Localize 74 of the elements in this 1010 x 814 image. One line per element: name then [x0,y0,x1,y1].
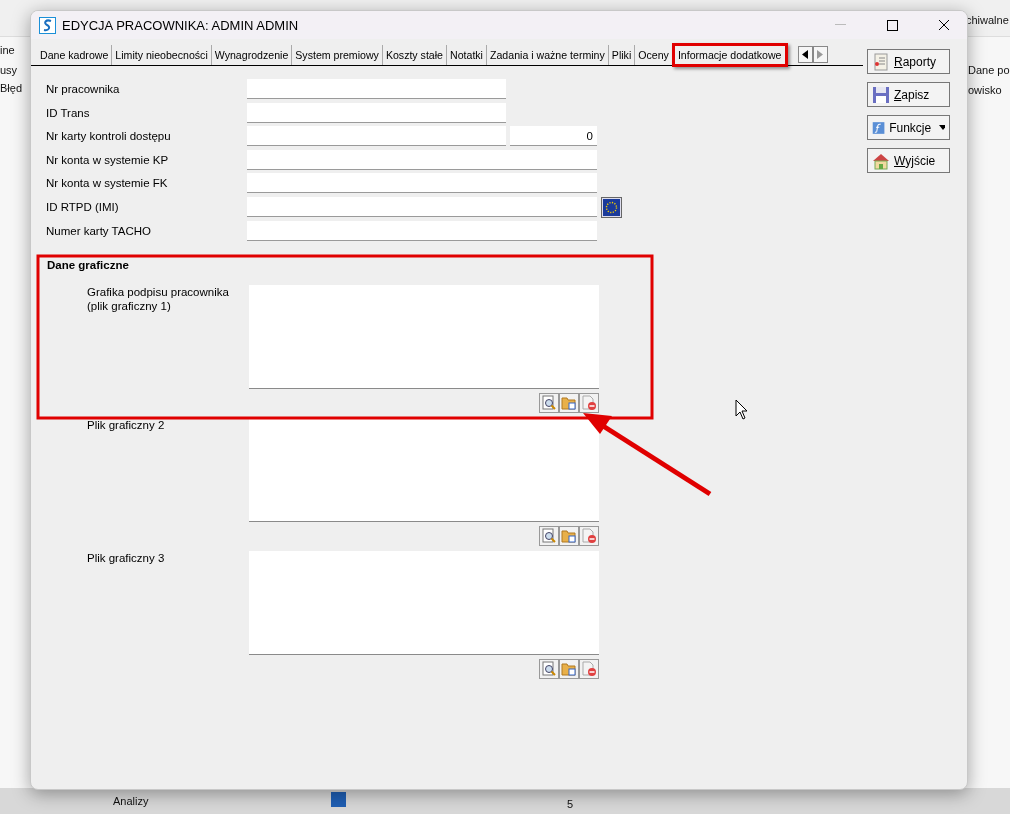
background-text: chiwalne [966,14,1009,26]
background-text: Błęd [0,82,23,94]
folder-icon [561,661,577,677]
delete-button[interactable] [579,659,599,679]
field-label: Nr pracownika [46,83,121,95]
input-field[interactable] [247,79,506,99]
image-field[interactable] [249,418,599,522]
image-label: Grafika podpisu pracownika (plik graficzny 1) [87,285,230,314]
input-field[interactable] [247,102,506,123]
left-triangle-icon [802,50,809,59]
tab[interactable]: Limity nieobecności [111,45,211,65]
background-text: ine [0,44,15,56]
right-triangle-icon [817,50,824,59]
folder-icon [561,528,577,544]
input-field[interactable] [247,197,597,217]
field-label: Nr konta w systemie FK [46,177,169,189]
report-icon [872,52,890,71]
eu-flag-button[interactable] [601,196,622,218]
delete-document-icon [581,528,597,544]
open-file-button[interactable] [559,659,579,679]
number-field[interactable]: 0 [510,126,597,146]
preview-button[interactable] [539,393,559,413]
tab[interactable]: Koszty stałe [381,45,446,65]
field-label: ID RTPD (IMI) [46,201,120,213]
magnifier-document-icon [541,395,557,411]
delete-document-icon [581,395,597,411]
window-title: EDYCJA PRACOWNIKA: ADMIN ADMIN [62,17,300,33]
caret-icon [939,125,945,130]
tab[interactable]: Informacje dodatkowe [671,43,788,67]
side-button[interactable]: Wyjście [867,148,950,173]
house-icon [872,151,890,170]
background-checkbox[interactable] [331,792,346,807]
magnifier-document-icon [541,528,557,544]
side-button[interactable]: Zapisz [867,82,950,107]
preview-button[interactable] [539,659,559,679]
magnifier-document-icon [541,661,557,677]
preview-button[interactable] [539,526,559,546]
image-field[interactable] [249,285,599,389]
field-label: ID Trans [46,106,91,119]
image-label: Plik graficzny 2 [87,418,166,433]
background-text: usy [0,64,18,76]
open-file-button[interactable] [559,526,579,546]
input-field[interactable] [247,149,597,170]
delete-document-icon [581,661,597,677]
image-field[interactable] [249,551,599,655]
tab[interactable]: Notatki [446,45,486,65]
background-text: owisko [968,84,1002,96]
close-icon [938,19,950,31]
background-text: Dane po [968,64,1010,76]
tab[interactable]: System premiowy [291,45,382,65]
delete-button[interactable] [579,393,599,413]
image-label: Plik graficzny 3 [87,551,166,566]
field-label: Numer karty TACHO [46,225,152,237]
delete-button[interactable] [579,526,599,546]
section-title: Dane graficzne [47,259,130,271]
open-file-button[interactable] [559,393,579,413]
input-field[interactable] [247,173,597,193]
field-label: Nr karty kontroli dostępu [46,130,172,142]
maximize-icon [886,19,898,31]
side-button[interactable]: Raporty [867,49,950,74]
field-label: Nr konta w systemie KP [46,153,170,166]
input-field[interactable] [247,221,597,241]
scroll-left-button[interactable] [797,46,813,63]
minimize-icon [834,24,846,26]
tab[interactable]: Oceny [634,45,672,65]
tab[interactable]: Zadania i ważne terminy [486,45,608,65]
background-text: Analizy [113,795,149,807]
input-field[interactable] [247,126,506,146]
folder-icon [561,395,577,411]
app-logo-icon [39,16,56,34]
side-button[interactable]: Funkcje [867,115,950,140]
eu-flag-icon [603,198,620,216]
background-text: 5 [567,798,574,810]
mouse-cursor-icon [735,399,748,420]
